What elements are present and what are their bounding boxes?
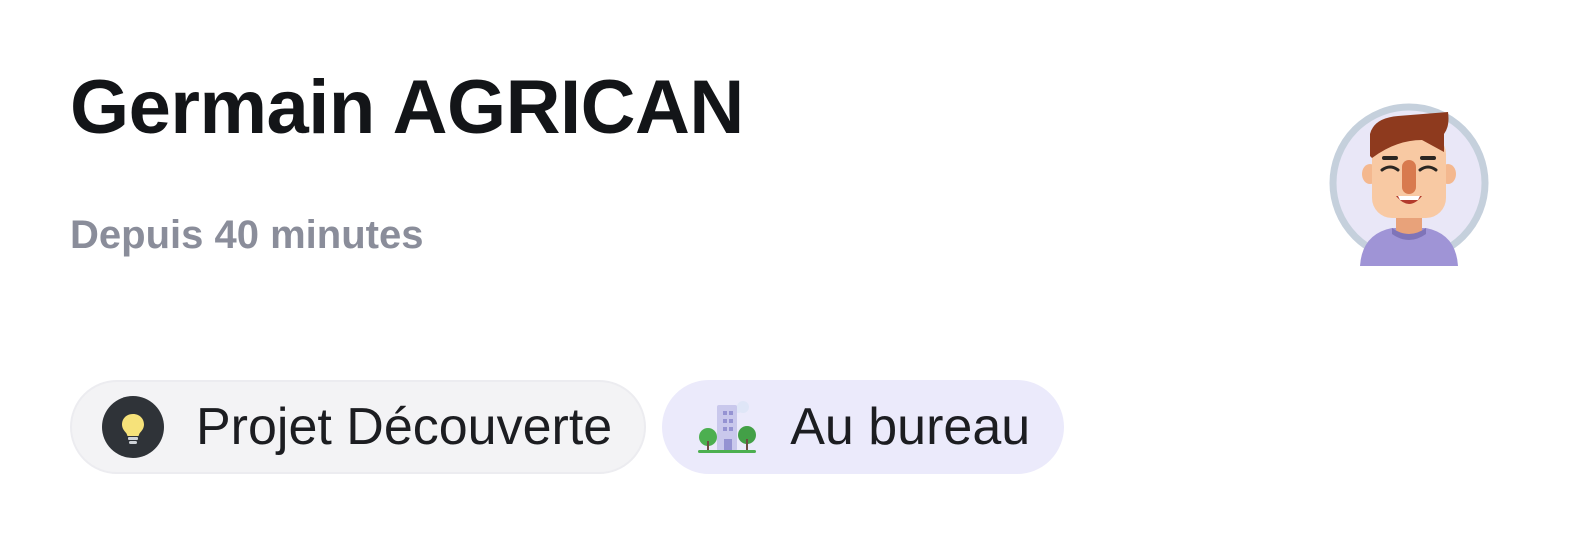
presence-duration: Depuis 40 minutes: [70, 213, 424, 257]
tag-location[interactable]: Au bureau: [662, 380, 1065, 474]
user-name: Germain AGRICAN: [70, 65, 744, 150]
tag-list: Projet Découverte Au bureau: [70, 380, 1065, 474]
lightbulb-icon: [100, 394, 166, 460]
avatar[interactable]: [1326, 100, 1492, 266]
user-presence-card: Germain AGRICAN Depuis 40 minutes Projet…: [0, 0, 1594, 556]
tag-location-label: Au bureau: [790, 398, 1031, 456]
tag-project[interactable]: Projet Découverte: [70, 380, 647, 474]
tag-project-label: Projet Découverte: [196, 398, 613, 456]
office-building-icon: [694, 394, 760, 460]
cartoon-man-avatar-icon: [1329, 103, 1489, 266]
